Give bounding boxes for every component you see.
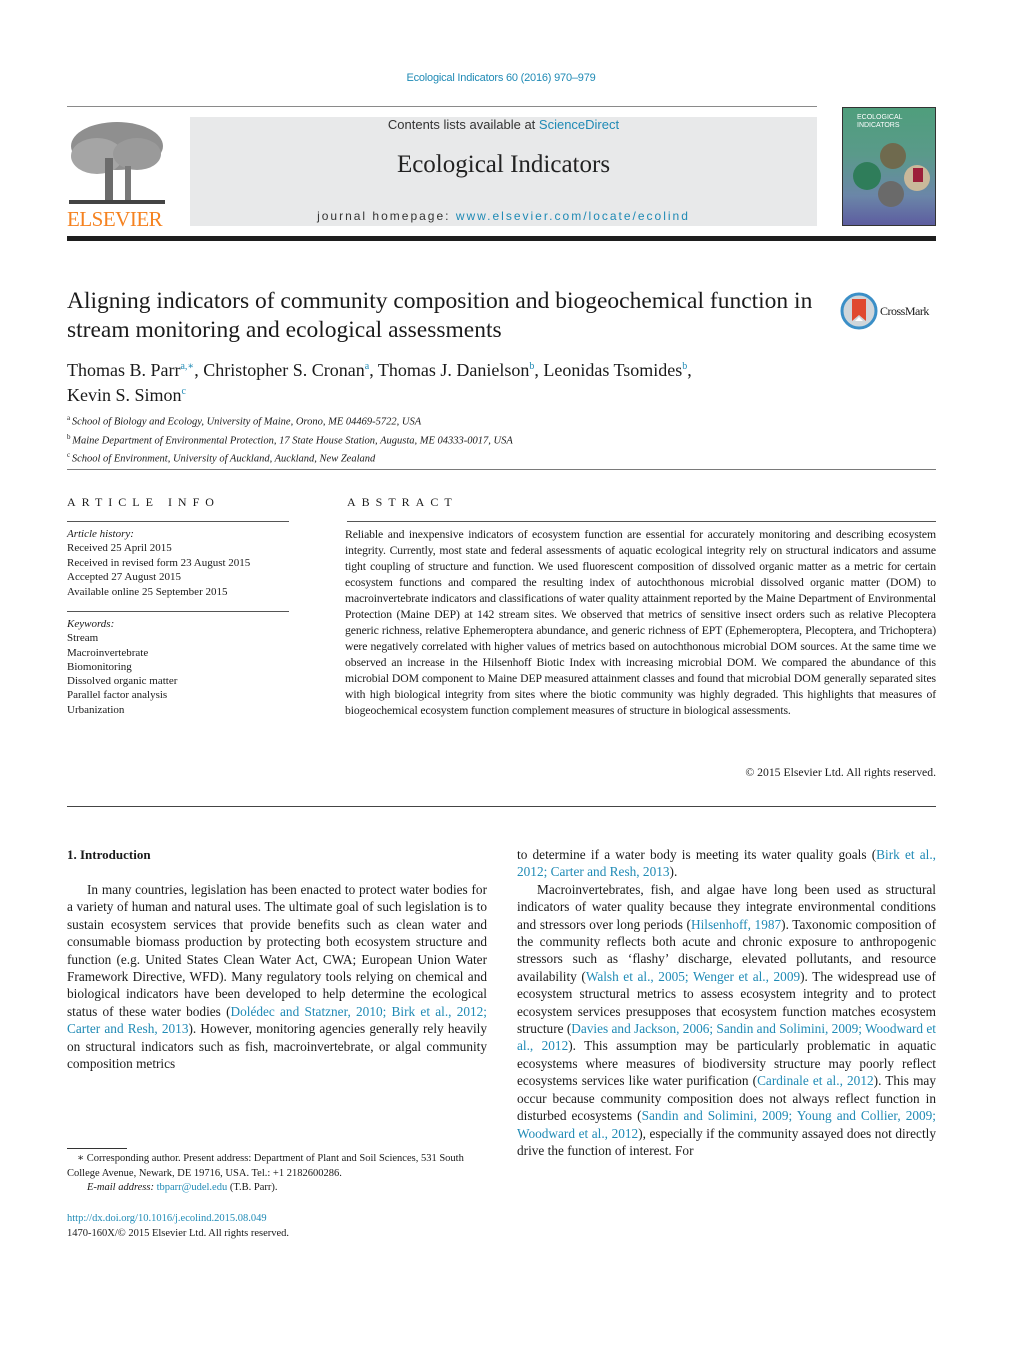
body-divider <box>67 806 936 807</box>
crossmark-icon <box>840 292 878 330</box>
author-name[interactable]: Kevin S. Simon <box>67 385 182 405</box>
body-paragraph: to determine if a water body is meeting … <box>517 847 936 880</box>
cover-title-line: INDICATORS <box>857 122 900 129</box>
article-info-heading: ARTICLE INFO <box>67 495 220 509</box>
cover-title: ECOLOGICAL INDICATORS <box>857 114 903 130</box>
history-item: Received 25 April 2015 <box>67 542 172 555</box>
crossmark-label: CrossMark <box>880 304 929 318</box>
author-affiliation-mark[interactable]: a <box>365 361 369 372</box>
author-name[interactable]: Thomas J. Danielson <box>378 360 529 380</box>
doi-link[interactable]: http://dx.doi.org/10.1016/j.ecolind.2015… <box>67 1213 267 1224</box>
citation-link[interactable]: Hilsenhoff, 1987 <box>691 917 781 932</box>
body-right-column: to determine if a water body is meeting … <box>517 846 936 1159</box>
affiliation-mark: b <box>67 432 73 441</box>
citation-link[interactable]: Davies and Jackson, 2006; Sandin and Sol… <box>517 1021 936 1053</box>
email-link[interactable]: tbparr@udel.edu <box>157 1182 228 1193</box>
header-divider <box>67 106 817 107</box>
author-name[interactable]: Leonidas Tsomides <box>543 360 682 380</box>
corresponding-author-footnote: ∗ Corresponding author. Present address:… <box>67 1152 487 1196</box>
author-name[interactable]: Christopher S. Cronan <box>203 360 365 380</box>
affiliation-item: c School of Environment, University of A… <box>67 451 376 465</box>
keywords-rule <box>67 611 289 612</box>
article-info-rule <box>67 521 289 522</box>
journal-homepage-link[interactable]: www.elsevier.com/locate/ecolind <box>456 209 690 223</box>
affiliation-mark: c <box>67 451 72 459</box>
sciencedirect-link[interactable]: ScienceDirect <box>539 117 619 132</box>
citation-link[interactable]: Walsh et al., 2005; Wenger et al., 2009 <box>586 969 800 984</box>
keyword-item: Parallel factor analysis <box>67 689 168 702</box>
contents-line: Contents lists available at ScienceDirec… <box>190 117 817 132</box>
journal-cover-thumbnail[interactable]: ECOLOGICAL INDICATORS <box>842 107 936 226</box>
keyword-item: Macroinvertebrate <box>67 646 149 659</box>
abstract-rule <box>347 521 936 522</box>
cover-photo-collage-icon <box>853 143 930 207</box>
author-affiliation-mark[interactable]: a,∗ <box>180 361 194 372</box>
corresponding-author-note: ∗ Corresponding author. Present address:… <box>67 1153 464 1179</box>
body-paragraph: Macroinvertebrates, fish, and algae have… <box>517 881 936 1158</box>
citation-link[interactable]: Birk et al., 2012; Carter and Resh, 2013 <box>517 847 936 879</box>
author-list: Thomas B. Parra,∗, Christopher S. Cronan… <box>67 360 692 405</box>
affiliation-mark: a <box>67 414 72 422</box>
keywords-label: Keywords: <box>67 618 115 630</box>
homepage-label: journal homepage: <box>317 209 456 223</box>
keyword-item: Urbanization <box>67 703 125 716</box>
history-item: Received in revised form 23 August 2015 <box>67 556 251 569</box>
author-affiliation-mark[interactable]: b <box>529 361 534 372</box>
citation-link[interactable]: Sandin and Solimini, 2009; Young and Col… <box>517 1108 936 1140</box>
footnote-rule <box>67 1148 127 1149</box>
body-paragraph: In many countries, legislation has been … <box>67 882 487 1072</box>
journal-homepage-line: journal homepage: www.elsevier.com/locat… <box>190 209 817 223</box>
article-history: Article history: Received 25 April 2015 … <box>67 527 297 599</box>
section-divider <box>67 469 936 470</box>
article-title: Aligning indicators of community composi… <box>67 288 813 343</box>
email-line: E-mail address: tbparr@udel.edu (T.B. Pa… <box>67 1181 487 1196</box>
article-history-label: Article history: <box>67 528 134 540</box>
history-item: Available online 25 September 2015 <box>67 585 228 598</box>
affiliation-item: a School of Biology and Ecology, Univers… <box>67 414 422 428</box>
contents-label: Contents lists available at <box>387 117 539 132</box>
author-affiliation-mark[interactable]: b <box>682 361 687 372</box>
doi-block: http://dx.doi.org/10.1016/j.ecolind.2015… <box>67 1212 289 1241</box>
keyword-item: Dissolved organic matter <box>67 675 178 688</box>
cover-title-line: ECOLOGICAL <box>857 114 903 121</box>
journal-banner: Contents lists available at ScienceDirec… <box>190 117 817 226</box>
email-label: E-mail address: <box>87 1182 157 1193</box>
author-affiliation-mark[interactable]: c <box>182 386 186 397</box>
keyword-item: Biomonitoring <box>67 660 132 673</box>
author-name[interactable]: Thomas B. Parr <box>67 360 180 380</box>
keywords: Keywords: Stream Macroinvertebrate Biomo… <box>67 617 297 717</box>
section-heading-introduction: 1. Introduction <box>67 847 151 862</box>
email-suffix: (T.B. Parr). <box>227 1182 278 1193</box>
citation-link[interactable]: Cardinale et al., 2012 <box>757 1073 874 1088</box>
affiliations: a School of Biology and Ecology, Univers… <box>67 411 513 467</box>
history-item: Accepted 27 August 2015 <box>67 571 181 584</box>
citation-link[interactable]: Dolédec and Statzner, 2010; Birk et al.,… <box>67 1004 487 1036</box>
abstract-copyright: © 2015 Elsevier Ltd. All rights reserved… <box>745 766 936 779</box>
keyword-item: Stream <box>67 632 99 645</box>
journal-citation-link[interactable]: Ecological Indicators 60 (2016) 970–979 <box>0 72 1002 84</box>
abstract-heading: ABSTRACT <box>347 495 458 509</box>
issn-copyright: 1470-160X/© 2015 Elsevier Ltd. All right… <box>67 1227 290 1239</box>
header-thick-rule <box>67 236 936 241</box>
journal-title: Ecological Indicators <box>396 151 611 178</box>
abstract-text: Reliable and inexpensive indicators of e… <box>345 528 936 717</box>
affiliation-item: b Maine Department of Environmental Prot… <box>67 432 513 447</box>
elsevier-wordmark: ELSEVIER <box>67 207 163 231</box>
